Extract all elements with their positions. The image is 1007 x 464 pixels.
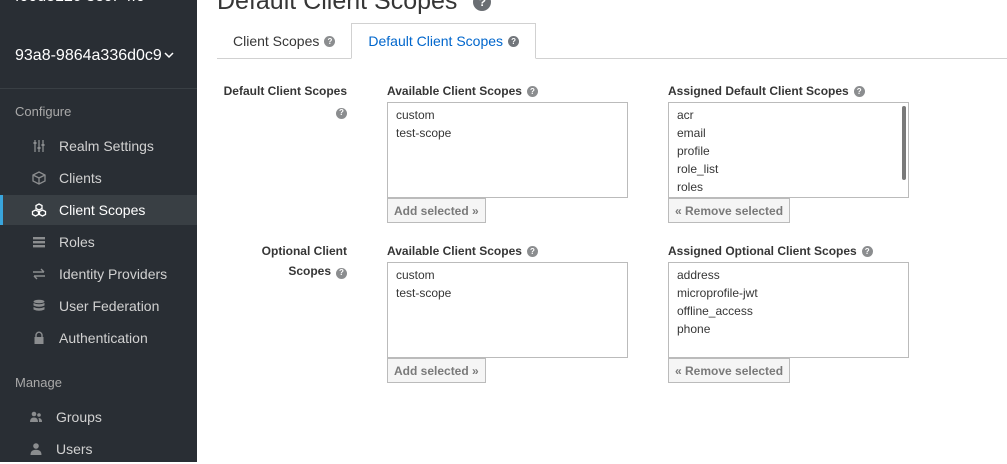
list-item[interactable]: offline_access: [677, 302, 908, 320]
optional-scopes-label: Optional Client Scopes?: [217, 241, 347, 281]
realm-id-text: f00d812c-3e9f-4f0: [15, 0, 190, 6]
sidebar-item-label: Realm Settings: [59, 138, 154, 154]
sidebar-item-roles[interactable]: Roles: [0, 227, 197, 257]
help-icon: ?: [336, 267, 347, 279]
tab-client-scopes[interactable]: Client Scopes ?: [217, 23, 351, 59]
main-content: Default Client Scopes ? Client Scopes ? …: [197, 0, 1007, 462]
default-available-label-text: Available Client Scopes: [387, 84, 522, 98]
realm-name: 93a8-9864a336d0c9: [15, 47, 162, 64]
help-icon: ?: [526, 245, 538, 257]
optional-available-listbox[interactable]: custom test-scope: [387, 262, 628, 358]
optional-scopes-label-line2: Scopes: [288, 264, 331, 278]
sidebar-item-user-federation[interactable]: User Federation: [0, 291, 197, 321]
help-icon: ?: [336, 107, 347, 119]
default-assigned-label-text: Assigned Default Client Scopes: [668, 84, 849, 98]
default-assigned-label: Assigned Default Client Scopes ?: [668, 84, 865, 98]
list-item[interactable]: custom: [396, 106, 627, 124]
cubes-icon: [31, 202, 47, 218]
list-item[interactable]: profile: [677, 142, 908, 160]
sidebar-item-users[interactable]: Users: [0, 434, 197, 464]
exchange-icon: [31, 266, 47, 282]
default-assigned-listbox[interactable]: acr email profile role_list roles: [668, 102, 909, 198]
database-icon: [31, 298, 47, 314]
list-item[interactable]: acr: [677, 106, 908, 124]
list-item[interactable]: email: [677, 124, 908, 142]
help-icon: ?: [508, 35, 520, 47]
default-add-selected-button[interactable]: Add selected »: [387, 198, 486, 223]
optional-remove-selected-button[interactable]: « Remove selected: [668, 358, 791, 383]
manage-section-label: Manage: [15, 375, 62, 390]
sidebar-item-clients[interactable]: Clients: [0, 163, 197, 193]
optional-assigned-label-text: Assigned Optional Client Scopes: [668, 244, 857, 258]
help-icon: ?: [526, 85, 538, 97]
optional-add-selected-button[interactable]: Add selected »: [387, 358, 486, 383]
list-item[interactable]: phone: [677, 320, 908, 338]
tab-bar: Client Scopes ? Default Client Scopes ?: [217, 23, 537, 59]
list-item[interactable]: address: [677, 266, 908, 284]
sidebar-item-realm-settings[interactable]: Realm Settings: [0, 131, 197, 161]
chevron-down-icon: [164, 50, 174, 63]
scrollbar[interactable]: [902, 106, 906, 180]
tab-label: Default Client Scopes: [368, 33, 504, 49]
cube-icon: [31, 170, 47, 186]
sidebar-item-identity-providers[interactable]: Identity Providers: [0, 259, 197, 289]
optional-available-label: Available Client Scopes ?: [387, 244, 538, 258]
realm-selector[interactable]: 93a8-9864a336d0c9: [15, 47, 174, 65]
default-available-listbox[interactable]: custom test-scope: [387, 102, 628, 198]
sidebar-item-label: Users: [56, 441, 93, 457]
sidebar-item-label: Authentication: [59, 330, 148, 346]
help-icon[interactable]: ?: [473, 0, 492, 11]
help-icon: ?: [324, 35, 336, 47]
list-item[interactable]: role_list: [677, 160, 908, 178]
sidebar-item-label: Client Scopes: [59, 202, 146, 218]
optional-assigned-listbox[interactable]: address microprofile-jwt offline_access …: [668, 262, 909, 358]
sidebar-item-label: Clients: [59, 170, 102, 186]
sidebar: f00d812c-3e9f-4f0 93a8-9864a336d0c9 Conf…: [0, 0, 197, 462]
page-title: Default Client Scopes ?: [217, 0, 492, 16]
list-item[interactable]: test-scope: [396, 284, 627, 302]
tab-label: Client Scopes: [233, 33, 320, 49]
sidebar-item-label: Roles: [59, 234, 95, 250]
list-item[interactable]: roles: [677, 178, 908, 196]
optional-scopes-label-line1: Optional Client: [261, 244, 347, 258]
configure-section-label: Configure: [15, 104, 72, 119]
optional-assigned-label: Assigned Optional Client Scopes ?: [668, 244, 873, 258]
sidebar-divider: [0, 88, 197, 89]
list-item[interactable]: microprofile-jwt: [677, 284, 908, 302]
list-icon: [31, 234, 47, 250]
page-title-text: Default Client Scopes: [217, 0, 458, 15]
sidebar-item-label: User Federation: [59, 298, 160, 314]
lock-icon: [31, 330, 47, 346]
sidebar-item-groups[interactable]: Groups: [0, 402, 197, 432]
sidebar-item-authentication[interactable]: Authentication: [0, 323, 197, 353]
optional-available-label-text: Available Client Scopes: [387, 244, 522, 258]
help-icon: ?: [853, 85, 865, 97]
list-item[interactable]: test-scope: [396, 124, 627, 142]
default-scopes-label-text: Default Client Scopes: [223, 84, 347, 98]
sidebar-item-label: Identity Providers: [59, 266, 168, 282]
user-icon: [28, 441, 44, 457]
sidebar-item-label: Groups: [56, 409, 102, 425]
default-scopes-label: Default Client Scopes ?: [217, 81, 347, 121]
users-icon: [28, 409, 44, 425]
default-available-label: Available Client Scopes ?: [387, 84, 538, 98]
default-remove-selected-button[interactable]: « Remove selected: [668, 198, 791, 223]
sliders-icon: [31, 138, 47, 154]
list-item[interactable]: custom: [396, 266, 627, 284]
help-icon: ?: [861, 245, 873, 257]
tab-default-client-scopes[interactable]: Default Client Scopes ?: [351, 23, 537, 59]
sidebar-item-client-scopes[interactable]: Client Scopes: [0, 195, 197, 225]
